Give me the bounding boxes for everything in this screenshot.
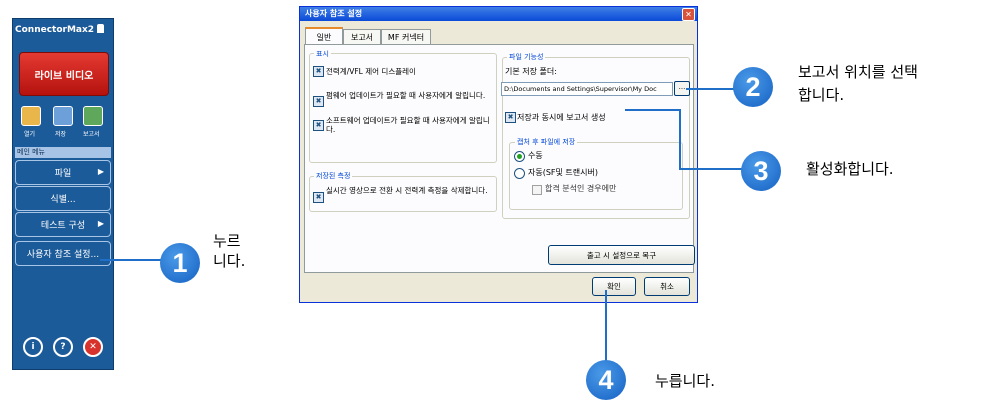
default-folder-label: 기본 저장 폴더: — [505, 67, 557, 76]
save-icon[interactable] — [53, 106, 73, 126]
user-preferences-dialog: 사용자 참조 설정 ✕ 일반 보고서 MF 커넥터 표시 ✖ 전력계/VFL 제… — [299, 6, 698, 303]
callout-3-line-a — [625, 109, 680, 111]
report-label: 보고서 — [83, 131, 100, 138]
arrow-right-icon: ▶ — [97, 167, 104, 176]
radio-manual[interactable] — [514, 151, 525, 162]
option-firmware-text: 펌웨어 업데이트가 필요할 때 사용자에게 알립니다. — [326, 91, 486, 100]
general-tab-panel: 표시 ✖ 전력계/VFL 제어 디스플레이 ✖ 펌웨어 업데이트가 필요할 때 … — [304, 44, 695, 273]
callout-1-badge: 1 — [160, 243, 200, 283]
radio-auto-label: 자동(SF및 트랜시버) — [528, 168, 598, 177]
open-label: 열기 — [24, 131, 36, 138]
checkbox-pass-only[interactable] — [532, 185, 542, 195]
callout-4-badge: 4 — [586, 360, 626, 400]
callout-2-badge: 2 — [733, 67, 773, 107]
option-power-meter-text: 전력계/VFL 제어 디스플레이 — [326, 67, 416, 76]
pin-icon[interactable] — [97, 24, 104, 33]
pass-only-label: 합격 분석인 경우에만 — [545, 184, 617, 193]
dialog-title: 사용자 참조 설정 — [305, 9, 363, 18]
callout-3-line-b — [679, 109, 681, 169]
report-icon[interactable] — [83, 106, 103, 126]
menu-item-label: 파일 — [54, 169, 72, 179]
tab-report[interactable]: 보고서 — [343, 29, 381, 45]
close-icon[interactable]: ✕ — [682, 8, 695, 21]
menu-item-user-preferences[interactable]: 사용자 참조 설정... — [15, 241, 111, 266]
file-group-label: 파일 기능성 — [507, 52, 546, 62]
menu-item-identify[interactable]: 식별... — [15, 186, 111, 211]
option-clear-measure-text: 실시간 영상으로 전환 시 전력계 측정을 삭제합니다. — [326, 186, 488, 195]
menu-item-test-config[interactable]: 테스트 구성 ▶ — [15, 212, 111, 237]
on-save-group-label: 캡처 후 파일에 저장 — [515, 137, 578, 147]
default-folder-input[interactable]: D:\Documents and Settings\Supervisor\My … — [501, 82, 673, 96]
option-software-text: 소프트웨어 업데이트가 필요할 때 사용자에게 알립니다. — [326, 116, 490, 134]
checkbox-firmware-update[interactable]: ✖ — [313, 96, 324, 107]
callout-1-text-1: 누르 — [213, 232, 241, 250]
main-menu-header: 메인 메뉴 — [15, 147, 111, 158]
callout-2-text-1: 보고서 위치를 선택 — [798, 63, 918, 81]
tab-mf-connector[interactable]: MF 커넥터 — [381, 29, 431, 45]
saved-measure-label: 저장된 측정 — [314, 171, 353, 181]
callout-2-line — [686, 88, 738, 90]
radio-manual-label: 수동 — [528, 151, 543, 160]
help-icon[interactable]: ? — [53, 337, 73, 357]
callout-2-text-2: 합니다. — [798, 86, 845, 104]
ok-button[interactable]: 확인 — [592, 277, 636, 296]
live-video-button[interactable]: 라이브 비디오 — [19, 52, 109, 96]
menu-item-label: 식별... — [50, 195, 76, 205]
menu-item-file[interactable]: 파일 ▶ — [15, 160, 111, 185]
callout-3-text: 활성화합니다. — [806, 160, 894, 178]
checkbox-software-update[interactable]: ✖ — [313, 120, 324, 131]
info-icon[interactable]: i — [23, 337, 43, 357]
restore-defaults-button[interactable]: 출고 시 설정으로 복구 — [548, 245, 695, 265]
sidebar-panel: ConnectorMax2 라이브 비디오 열기 저장 보고서 메인 메뉴 파일… — [12, 18, 114, 370]
checkbox-power-meter[interactable]: ✖ — [313, 66, 324, 77]
display-group-label: 표시 — [314, 49, 331, 59]
callout-4-text: 누릅니다. — [655, 372, 715, 390]
exit-icon[interactable]: ✕ — [83, 337, 103, 357]
folder-icon[interactable] — [21, 106, 41, 126]
cancel-button[interactable]: 취소 — [644, 277, 690, 296]
menu-item-label: 사용자 참조 설정... — [26, 250, 100, 260]
save-label: 저장 — [55, 131, 67, 138]
menu-item-label: 테스트 구성 — [40, 221, 86, 231]
checkbox-clear-measure[interactable]: ✖ — [313, 192, 324, 203]
callout-3-line-c — [679, 168, 749, 170]
radio-selected-dot — [517, 154, 522, 159]
option-generate-report-text: 저장과 동시에 보고서 생성 — [517, 113, 606, 122]
arrow-right-icon: ▶ — [97, 219, 104, 228]
callout-3-badge: 3 — [741, 151, 781, 191]
callout-1-text-2: 니다. — [213, 252, 246, 270]
callout-4-line — [605, 290, 607, 365]
radio-auto[interactable] — [514, 168, 525, 179]
checkbox-generate-report[interactable]: ✖ — [505, 112, 516, 123]
